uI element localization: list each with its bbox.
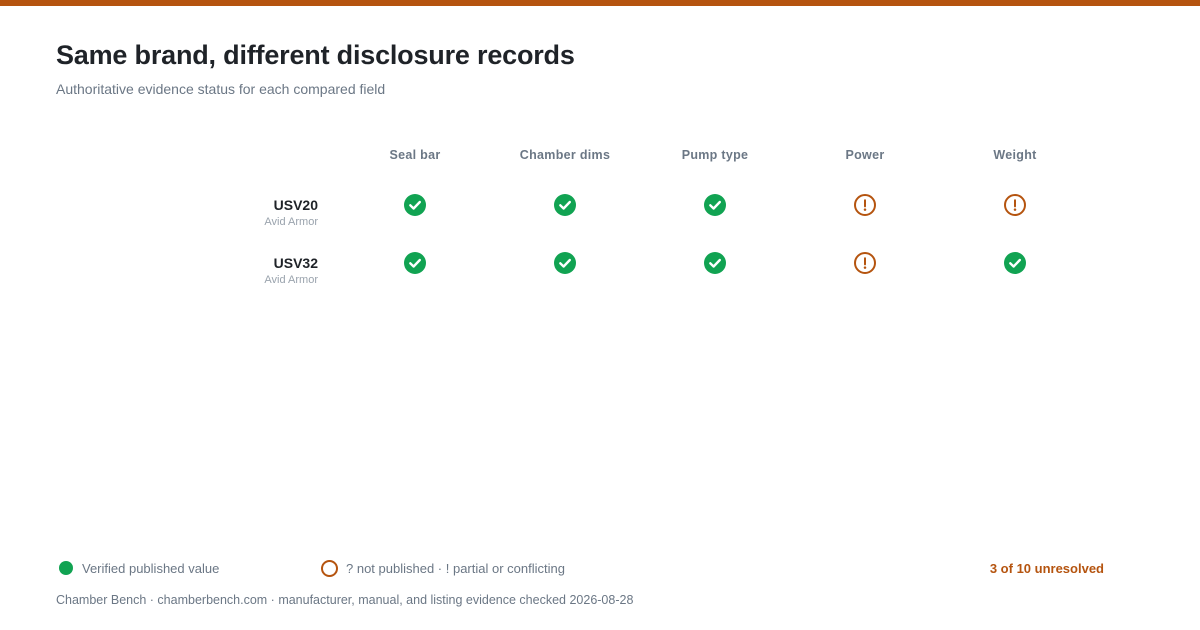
legend-unresolved-label: ? not published · ! partial or conflicti… bbox=[346, 561, 565, 576]
check-circle-icon bbox=[1004, 252, 1026, 274]
footer-credit: Chamber Bench · chamberbench.com · manuf… bbox=[56, 593, 634, 607]
column-header-power: Power bbox=[845, 148, 885, 162]
check-circle-icon bbox=[704, 194, 726, 216]
exclamation-ring-icon bbox=[854, 194, 876, 216]
row-brand-name: Avid Armor bbox=[264, 274, 318, 286]
check-circle-icon bbox=[554, 194, 576, 216]
row-brand-name: Avid Armor bbox=[264, 216, 318, 228]
row-model-name: USV32 bbox=[273, 255, 318, 271]
column-header-weight: Weight bbox=[993, 148, 1037, 162]
column-header-seal-bar: Seal bar bbox=[389, 148, 441, 162]
row-label-usv20: USV20 Avid Armor bbox=[150, 196, 318, 230]
row-model-name: USV20 bbox=[273, 197, 318, 213]
page-subtitle: Authoritative evidence status for each c… bbox=[56, 81, 386, 97]
column-header-pump-type: Pump type bbox=[681, 148, 749, 162]
column-header-chamber-dims: Chamber dims bbox=[519, 148, 611, 162]
unresolved-summary: 3 of 10 unresolved bbox=[989, 561, 1104, 576]
verified-legend-dot-icon bbox=[59, 561, 73, 575]
exclamation-ring-icon bbox=[854, 252, 876, 274]
check-circle-icon bbox=[554, 252, 576, 274]
legend-verified-label: Verified published value bbox=[82, 561, 220, 576]
check-circle-icon bbox=[704, 252, 726, 274]
check-circle-icon bbox=[404, 194, 426, 216]
check-circle-icon bbox=[404, 252, 426, 274]
unresolved-legend-ring-icon bbox=[321, 560, 338, 577]
page-title: Same brand, different disclosure records bbox=[56, 40, 575, 70]
exclamation-ring-icon bbox=[1004, 194, 1026, 216]
accent-top-bar bbox=[0, 0, 1200, 6]
row-label-usv32: USV32 Avid Armor bbox=[150, 254, 318, 288]
